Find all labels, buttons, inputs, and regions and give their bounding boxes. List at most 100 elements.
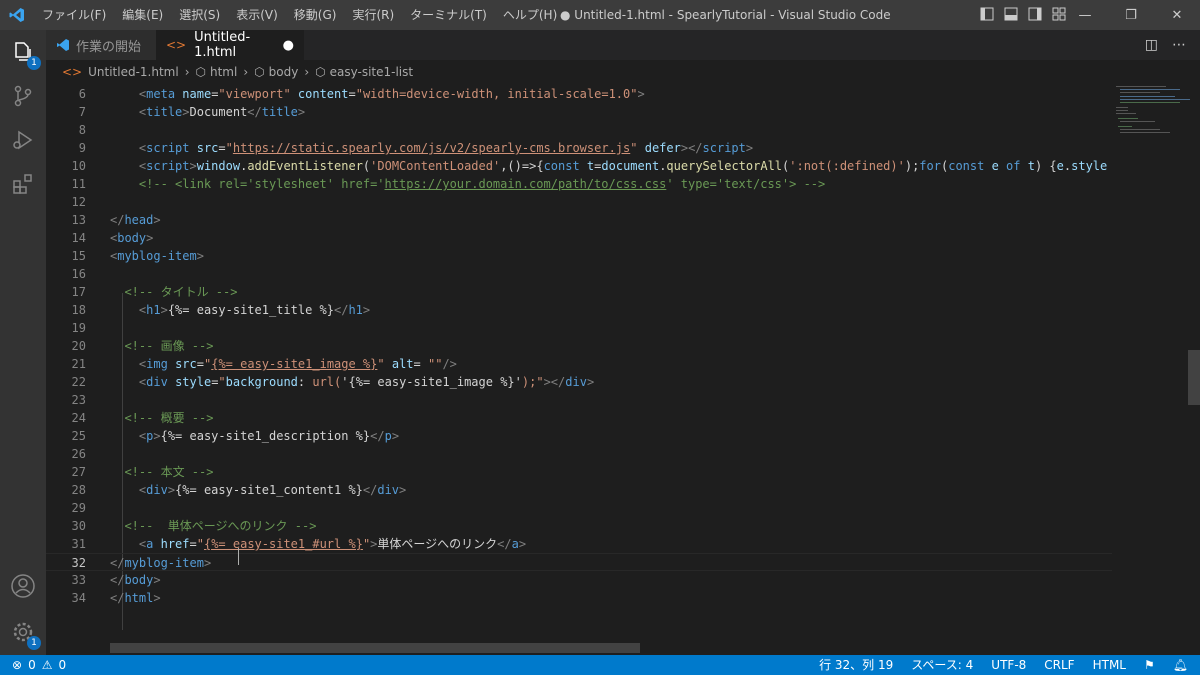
html-file-icon: <> [166, 38, 187, 52]
extensions-icon[interactable] [9, 170, 37, 198]
html-file-icon: <> [62, 65, 83, 79]
symbol-icon: ⬡ [254, 65, 265, 79]
minimap[interactable] [1110, 84, 1190, 655]
code-line: 30 <!-- 単体ページへのリンク --> [71, 519, 317, 533]
code-editor[interactable]: 6 <meta name="viewport" content="width=d… [46, 84, 1200, 655]
title-bar: ファイル(F) 編集(E) 選択(S) 表示(V) 移動(G) 実行(R) ター… [0, 0, 1200, 30]
notifications-bell-icon[interactable]: 🔔︎ [1173, 655, 1188, 675]
code-line: 25 <p>{%= easy-site1_description %}</p> [71, 429, 400, 443]
code-line: 26 [71, 447, 86, 461]
code-line: 31 <a href="{%= easy-site1_#url %}">単体ペー… [71, 537, 527, 551]
code-line: 11 <!-- <link rel='stylesheet' href='htt… [71, 177, 826, 191]
breadcrumb-item[interactable]: Untitled-1.html [88, 65, 179, 79]
menu-bar: ファイル(F) 編集(E) 選択(S) 表示(V) 移動(G) 実行(R) ター… [34, 0, 565, 30]
code-line: 23 [71, 393, 86, 407]
status-bar: ⊗ 0 ⚠ 0 行 32、列 19 スペース: 4 UTF-8 CRLF HTM… [0, 655, 1200, 675]
text-cursor [238, 548, 239, 565]
encoding[interactable]: UTF-8 [991, 655, 1026, 675]
current-code-line: 32 </myblog-item> [46, 553, 1112, 571]
horizontal-scrollbar[interactable] [110, 643, 640, 653]
toggle-panel-icon[interactable] [1004, 7, 1018, 21]
cursor-position[interactable]: 行 32、列 19 [819, 655, 893, 675]
explorer-badge: 1 [27, 56, 41, 70]
split-editor-icon[interactable]: ◫ [1145, 37, 1158, 53]
warning-count: 0 [58, 658, 67, 672]
menu-file[interactable]: ファイル(F) [34, 0, 114, 30]
menu-selection[interactable]: 選択(S) [171, 0, 228, 30]
vscode-logo-icon [0, 7, 34, 23]
menu-run[interactable]: 実行(R) [344, 0, 402, 30]
code-line: 16 [71, 267, 86, 281]
code-line: 14 <body> [71, 231, 154, 245]
code-line: 6 <meta name="viewport" content="width=d… [78, 87, 645, 101]
minimize-icon[interactable]: — [1062, 0, 1108, 30]
vertical-scrollbar[interactable] [1188, 350, 1200, 405]
vscode-tab-icon [57, 39, 69, 51]
code-line: 28 <div>{%= easy-site1_content1 %}</div> [71, 483, 407, 497]
error-icon: ⊗ [12, 658, 23, 672]
tab-welcome[interactable]: 作業の開始 [46, 30, 156, 60]
warning-icon: ⚠ [41, 658, 53, 672]
code-line: 10 <script>window.addEventListener('DOMC… [71, 159, 1110, 173]
language-mode[interactable]: HTML [1093, 655, 1126, 675]
unsaved-dot-icon[interactable]: ● [283, 38, 294, 53]
restore-icon[interactable]: ❐ [1108, 0, 1154, 30]
code-line: 7 <title>Document</title> [78, 105, 306, 119]
explorer-icon[interactable]: 1 [9, 38, 41, 70]
tab-label: 作業の開始 [76, 39, 142, 55]
toggle-secondary-sidebar-icon[interactable] [1028, 7, 1042, 21]
chevron-right-icon: › [243, 65, 249, 79]
indentation[interactable]: スペース: 4 [911, 655, 973, 675]
feedback-icon[interactable]: ⚑ [1144, 655, 1155, 675]
more-actions-icon[interactable]: ⋯ [1172, 37, 1186, 53]
chevron-right-icon: › [184, 65, 190, 79]
breadcrumb-item[interactable]: html [210, 65, 237, 79]
symbol-icon: ⬡ [195, 65, 206, 79]
menu-help[interactable]: ヘルプ(H) [495, 0, 565, 30]
code-line: 15 <myblog-item> [71, 249, 204, 263]
code-line: 33 </body> [71, 573, 161, 587]
window-title: ● Untitled-1.html - SpearlyTutorial - Vi… [560, 8, 891, 22]
code-line: 21 <img src="{%= easy-site1_image %}" al… [71, 357, 457, 371]
tab-label: Untitled-1.html [194, 30, 251, 60]
layout-controls [980, 7, 1066, 21]
problems-indicator[interactable]: ⊗ 0 ⚠ 0 [12, 655, 66, 675]
settings-badge: 1 [27, 636, 41, 650]
code-line: 13 </head> [71, 213, 161, 227]
settings-gear-icon[interactable]: 1 [9, 618, 41, 650]
menu-terminal[interactable]: ターミナル(T) [402, 0, 495, 30]
code-line: 34 </html> [71, 591, 161, 605]
code-line: 17 <!-- タイトル --> [71, 285, 238, 299]
menu-edit[interactable]: 編集(E) [114, 0, 171, 30]
account-icon[interactable] [9, 572, 37, 600]
error-count: 0 [28, 658, 36, 672]
breadcrumb: <> Untitled-1.html › ⬡ html › ⬡ body › ⬡… [46, 60, 1200, 84]
window-controls: — ❐ ✕ [1062, 0, 1200, 30]
code-line: 12 [71, 195, 86, 209]
run-debug-icon[interactable] [9, 126, 37, 154]
breadcrumb-item[interactable]: body [269, 65, 299, 79]
code-line: 22 <div style="background: url('{%= easy… [71, 375, 595, 389]
close-icon[interactable]: ✕ [1154, 0, 1200, 30]
menu-go[interactable]: 移動(G) [286, 0, 345, 30]
code-line: 18 <h1>{%= easy-site1_title %}</h1> [71, 303, 371, 317]
code-line: 19 [71, 321, 86, 335]
source-control-icon[interactable] [9, 82, 37, 110]
code-line: 29 [71, 501, 86, 515]
symbol-icon: ⬡ [315, 65, 326, 79]
activity-bar: 1 1 [0, 30, 46, 655]
code-line: 8 [78, 123, 86, 137]
end-of-line[interactable]: CRLF [1044, 655, 1074, 675]
toggle-sidebar-icon[interactable] [980, 7, 994, 21]
editor-tabs: 作業の開始 <> Untitled-1.html ● ◫ ⋯ [46, 30, 1200, 60]
code-line: 9 <script src="https://static.spearly.co… [78, 141, 754, 155]
chevron-right-icon: › [304, 65, 310, 79]
menu-view[interactable]: 表示(V) [228, 0, 286, 30]
tab-actions: ◫ ⋯ [1145, 37, 1186, 53]
tab-untitled-1[interactable]: <> Untitled-1.html ● [156, 30, 304, 60]
code-line: 24 <!-- 概要 --> [71, 411, 214, 425]
breadcrumb-item[interactable]: easy-site1-list [330, 65, 413, 79]
code-line: 20 <!-- 画像 --> [71, 339, 214, 353]
code-line: 27 <!-- 本文 --> [71, 465, 214, 479]
status-items: 行 32、列 19 スペース: 4 UTF-8 CRLF HTML ⚑ 🔔︎ [819, 655, 1188, 675]
